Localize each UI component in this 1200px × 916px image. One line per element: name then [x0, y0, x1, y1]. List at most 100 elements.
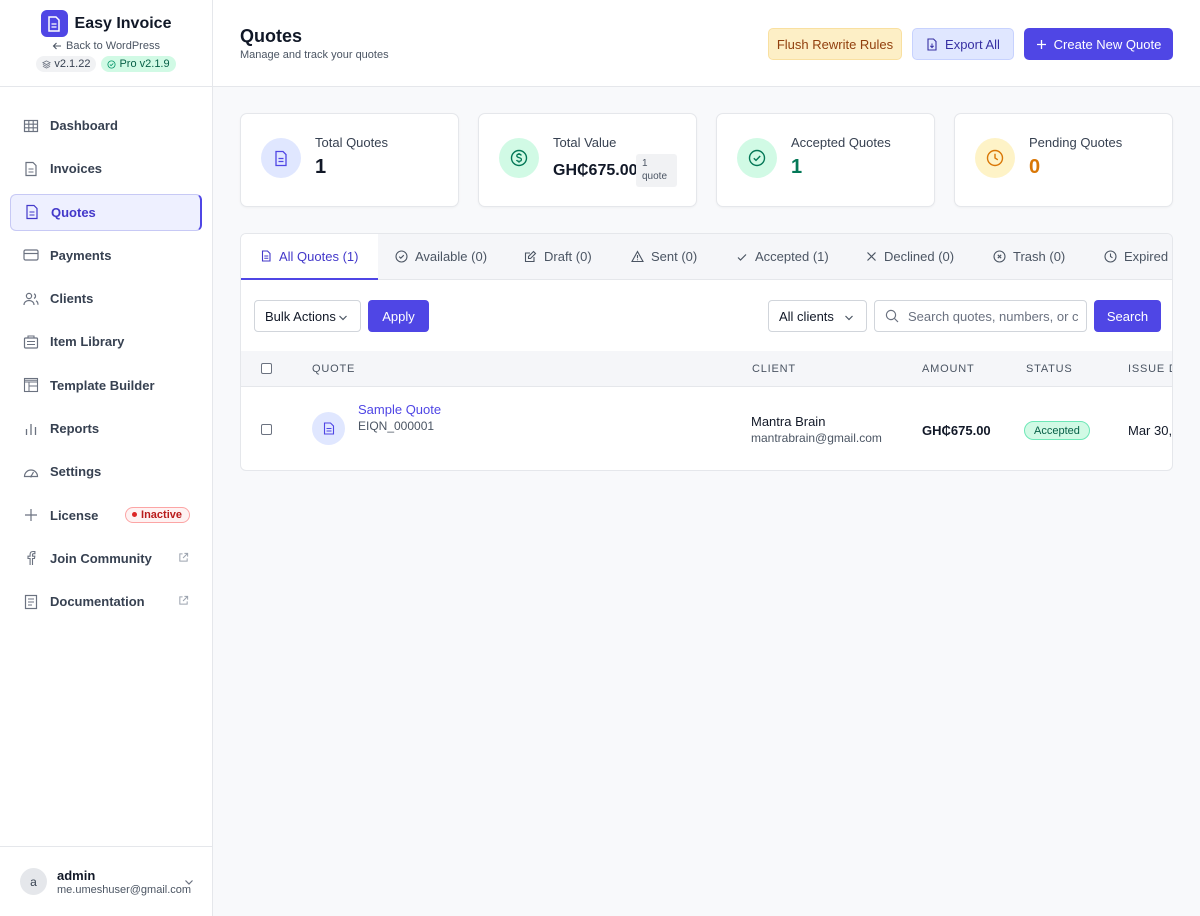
tab-trash[interactable]: Trash (0): [993, 234, 1065, 279]
tab-declined[interactable]: Declined (0): [866, 234, 954, 279]
search-icon: [885, 309, 899, 323]
back-link-label: Back to WordPress: [66, 40, 160, 52]
flush-button-label: Flush Rewrite Rules: [776, 36, 894, 52]
client-filter-value: All clients: [779, 308, 834, 324]
tab-label: Sent (0): [651, 249, 698, 264]
sidebar-item-join-community[interactable]: Join Community: [10, 540, 202, 577]
table-row[interactable]: Sample Quote EIQN_000001 Mantra Brain ma…: [241, 387, 1172, 470]
book-icon: [24, 594, 38, 609]
grid-icon: [23, 119, 39, 132]
sidebar-item-template-builder[interactable]: Template Builder: [10, 367, 202, 404]
column-header-client[interactable]: CLIENT: [752, 363, 796, 375]
sidebar-item-payments[interactable]: Payments: [10, 237, 202, 274]
dollar-circle-icon: [499, 138, 539, 178]
user-menu[interactable]: a admin me.umeshuser@gmail.com: [0, 846, 212, 916]
tab-expired[interactable]: Expired (0): [1104, 234, 1172, 279]
app-name: Easy Invoice: [74, 14, 172, 32]
quotes-panel: All Quotes (1) Available (0) Draft (0) S…: [240, 233, 1173, 471]
tab-label: Draft (0): [544, 249, 592, 264]
search-input[interactable]: [908, 308, 1078, 324]
sidebar-item-label: Documentation: [50, 594, 145, 610]
brand-row[interactable]: Easy Invoice: [40, 10, 172, 37]
sidebar-item-item-library[interactable]: Item Library: [10, 323, 202, 360]
stat-card-accepted-quotes: Accepted Quotes 1: [716, 113, 935, 207]
quote-count: 1: [642, 158, 648, 169]
user-name: admin: [57, 867, 96, 883]
page-header: Quotes Manage and track your quotes Flus…: [213, 0, 1200, 87]
file-export-icon: [927, 37, 937, 51]
stat-value: 1: [791, 156, 803, 178]
sidebar-item-label: Settings: [50, 464, 102, 480]
stat-value: GH₵675.00: [553, 162, 638, 179]
tab-sent[interactable]: Sent (0): [631, 234, 697, 279]
clock-icon: [1104, 250, 1117, 263]
bulk-actions-select[interactable]: Bulk Actions: [254, 300, 361, 332]
sidebar-item-label: Invoices: [50, 161, 103, 177]
sidebar-item-quotes[interactable]: Quotes: [10, 193, 202, 231]
tab-label: Available (0): [415, 249, 488, 264]
sidebar-item-license[interactable]: License Inactive: [10, 497, 202, 534]
sidebar-item-clients[interactable]: Clients: [10, 280, 202, 317]
warning-icon: [631, 250, 644, 263]
tab-available[interactable]: Available (0): [395, 234, 487, 279]
column-header-quote[interactable]: QUOTE: [312, 363, 355, 375]
stat-card-total-quotes: Total Quotes 1: [240, 113, 459, 207]
export-button-label: Export All: [945, 36, 1000, 52]
clock-icon: [975, 138, 1015, 178]
stat-card-pending-quotes: Pending Quotes 0: [954, 113, 1173, 207]
flush-rewrite-rules-button[interactable]: Flush Rewrite Rules: [768, 28, 902, 60]
tab-all-quotes[interactable]: All Quotes (1): [241, 234, 379, 280]
tab-accepted[interactable]: Accepted (1): [736, 234, 829, 279]
document-icon: [261, 250, 271, 262]
license-status-badge: Inactive: [125, 506, 190, 523]
sidebar-item-invoices[interactable]: Invoices: [10, 150, 202, 187]
arrow-left-icon: [52, 42, 62, 50]
sidebar: Easy Invoice Back to WordPress v2.1.22 P…: [0, 0, 213, 916]
pro-version-text: Pro v2.1.9: [119, 58, 170, 70]
search-field[interactable]: [874, 300, 1087, 332]
create-new-quote-button[interactable]: Create New Quote: [1024, 28, 1173, 60]
pro-version-badge: Pro v2.1.9: [101, 56, 176, 72]
back-to-wordpress-link[interactable]: Back to WordPress: [52, 40, 160, 52]
document-icon: [26, 204, 38, 220]
export-all-button[interactable]: Export All: [912, 28, 1014, 60]
sidebar-item-label: Dashboard: [50, 118, 118, 133]
avatar: a: [20, 868, 47, 895]
check-circle-icon: [107, 59, 116, 69]
page-subtitle: Manage and track your quotes: [240, 49, 389, 61]
column-header-status[interactable]: STATUS: [1026, 363, 1073, 375]
quote-name-link[interactable]: Sample Quote: [358, 402, 441, 417]
stat-label: Accepted Quotes: [791, 135, 891, 150]
sidebar-item-reports[interactable]: Reports: [10, 410, 202, 447]
plus-icon: [1036, 39, 1046, 49]
edit-icon: [524, 250, 537, 263]
tab-draft[interactable]: Draft (0): [524, 234, 592, 279]
select-all-checkbox[interactable]: [261, 363, 272, 374]
quote-amount: GH₵675.00: [922, 423, 991, 438]
sidebar-item-label: Item Library: [50, 334, 125, 350]
quote-count-badge: 1 quote: [636, 154, 677, 187]
column-header-issue-date[interactable]: ISSUE DA: [1128, 363, 1172, 375]
row-checkbox[interactable]: [261, 424, 272, 435]
status-tabs: All Quotes (1) Available (0) Draft (0) S…: [241, 234, 1172, 280]
external-link-icon: [179, 552, 189, 562]
chevron-down-icon: [339, 315, 347, 321]
tab-label: Expired (0): [1124, 249, 1172, 264]
sidebar-nav: Dashboard Invoices Quotes Payments Clien…: [0, 87, 212, 620]
sidebar-item-dashboard[interactable]: Dashboard: [10, 107, 202, 144]
page-title: Quotes: [240, 26, 303, 46]
search-button[interactable]: Search: [1094, 300, 1161, 332]
sidebar-item-documentation[interactable]: Documentation: [10, 583, 202, 620]
status-dot: [132, 512, 138, 518]
plus-icon: [25, 509, 37, 522]
client-filter-select[interactable]: All clients: [768, 300, 867, 332]
column-header-amount[interactable]: AMOUNT: [922, 363, 974, 375]
bar-chart-icon: [25, 423, 37, 435]
sidebar-item-settings[interactable]: Settings: [10, 453, 202, 490]
brand-header: Easy Invoice Back to WordPress v2.1.22 P…: [0, 0, 212, 87]
quote-count-unit: quote: [642, 171, 668, 182]
stat-label: Total Quotes: [315, 135, 388, 150]
sidebar-item-label: License: [50, 507, 99, 523]
apply-button[interactable]: Apply: [368, 300, 429, 332]
user-info: admin me.umeshuser@gmail.com: [57, 868, 191, 896]
